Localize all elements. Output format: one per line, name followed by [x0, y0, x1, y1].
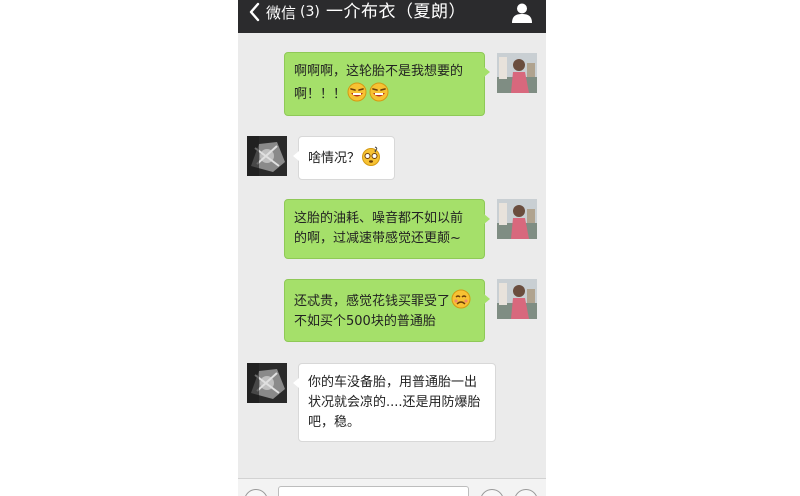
message-bubble-incoming[interactable]: 你的车没备胎，用普通胎一出状况就会凉的....还是用防爆胎吧，稳。 — [293, 363, 496, 442]
message-input[interactable] — [278, 486, 469, 496]
message-text: 不如买个500块的普通胎 — [294, 314, 436, 329]
message-text: 还忒贵，感觉花钱买罪受了 — [294, 294, 451, 309]
message-bubble-incoming[interactable]: 啥情况？ — [293, 136, 395, 180]
my-avatar[interactable] — [497, 279, 537, 319]
my-avatar[interactable] — [497, 199, 537, 239]
contact-avatar[interactable] — [247, 136, 287, 176]
message-bubble-outgoing[interactable]: 这胎的油耗、噪音都不如以前的啊，过减速带感觉还更颠~ — [284, 199, 490, 259]
message-bubble-outgoing[interactable]: 还忒贵，感觉花钱买罪受了不如买个500块的普通胎 — [284, 279, 490, 342]
more-button[interactable] — [514, 489, 538, 496]
message-text: 你的车没备胎，用普通胎一出状况就会凉的....还是用防爆胎吧，稳。 — [308, 375, 481, 430]
input-bar — [238, 478, 546, 496]
message-bubble-outgoing[interactable]: 啊啊啊，这轮胎不是我想要的啊！！！ — [284, 52, 490, 116]
chat-title: 一介布衣（夏朗） — [326, 2, 466, 22]
message-text: 这胎的油耗、噪音都不如以前的啊，过减速带感觉还更颠~ — [294, 211, 464, 246]
contact-avatar[interactable] — [247, 363, 287, 403]
person-icon — [512, 3, 532, 23]
profile-button[interactable] — [510, 2, 534, 24]
sad-emoji-icon — [451, 289, 471, 309]
back-label: 微信 — [266, 3, 297, 22]
laugh-emoji-icon — [369, 82, 389, 102]
dizzy-emoji-icon — [362, 146, 381, 166]
chevron-left-icon — [249, 2, 260, 22]
emoji-button[interactable] — [480, 489, 504, 496]
message-text: 啥情况？ — [308, 151, 361, 166]
chat-screen: 微信 (3) 一介布衣（夏朗） 啊啊啊，这轮胎不是我想要的啊！！！ 啥情况？ 这… — [238, 0, 546, 496]
voice-button[interactable] — [244, 489, 268, 496]
unread-count: (3) — [300, 4, 320, 20]
my-avatar[interactable] — [497, 53, 537, 93]
back-button[interactable]: 微信 (3) — [247, 0, 320, 24]
laugh-emoji-icon — [347, 82, 367, 102]
top-bar: 微信 (3) 一介布衣（夏朗） — [238, 0, 546, 33]
